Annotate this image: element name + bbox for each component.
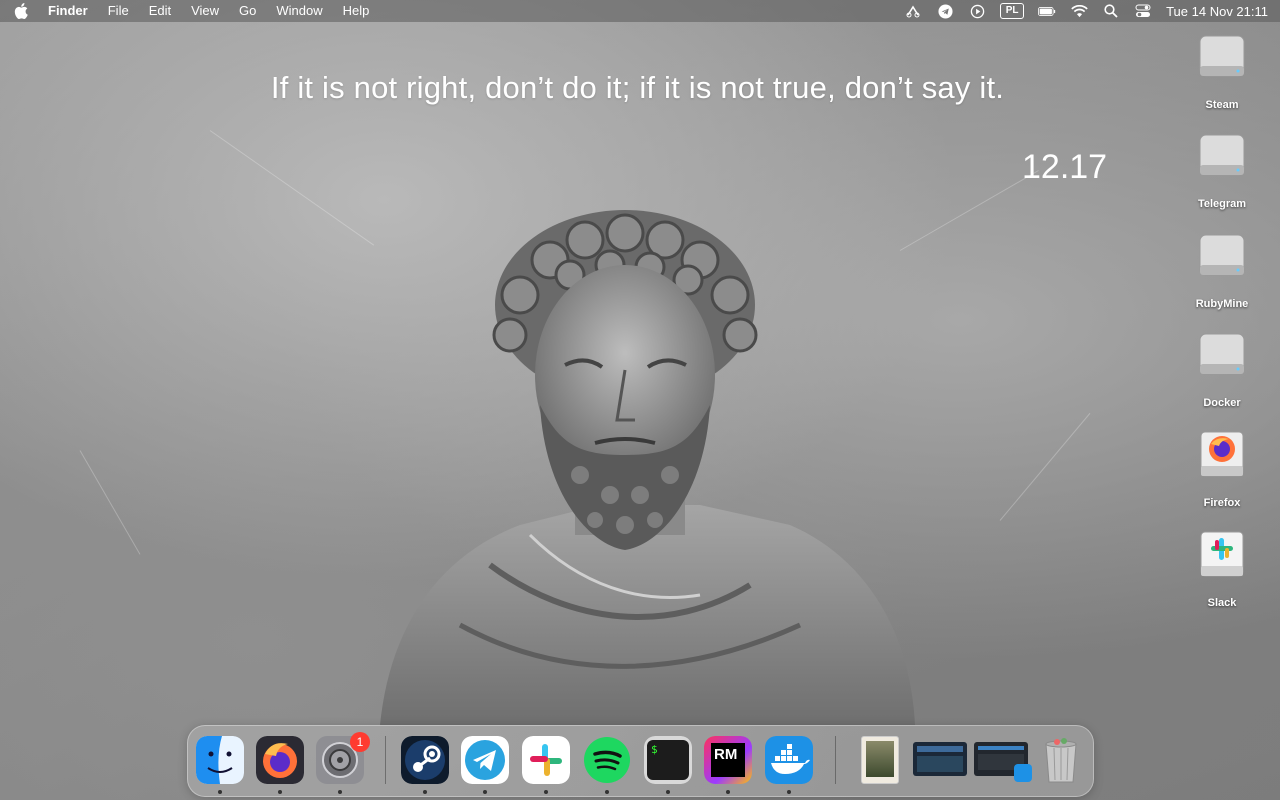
scissors-paw-icon[interactable] [904,4,922,18]
desktop-icon-telegram[interactable]: Telegram [1192,131,1252,210]
window-thumbnail-bar [917,746,963,752]
dock-finder[interactable] [196,736,244,784]
running-indicator [787,790,791,794]
dock-minimized-window-steam[interactable] [913,742,967,776]
running-indicator [726,790,730,794]
slack-disk-icon [1200,531,1244,577]
telegram-icon[interactable] [936,3,954,19]
running-indicator [605,790,609,794]
firefox-disk-icon [1200,431,1244,477]
drive-icon [1199,333,1245,375]
dock-firefox[interactable] [256,736,304,784]
dock-rubymine[interactable]: RM [704,736,752,784]
notification-badge: 1 [350,732,370,752]
drive-icon [1199,134,1245,176]
menu-edit[interactable]: Edit [139,0,181,22]
dock-separator [385,736,386,784]
marcus-aurelius-bust-image [380,210,915,725]
desktop-icon-rubymine[interactable]: RubyMine [1192,231,1252,310]
wallpaper-scratch [209,130,375,246]
running-indicator [338,790,342,794]
keyboard-layout-icon[interactable]: PL [1000,3,1025,19]
menu-view[interactable]: View [181,0,229,22]
apple-menu-icon[interactable] [14,3,28,19]
running-indicator [483,790,487,794]
telegram-icon [461,736,509,784]
wallpaper-scratch [999,412,1091,521]
dock-telegram[interactable] [461,736,509,784]
desktop-icon-docker[interactable]: Docker [1192,330,1252,409]
menu-go[interactable]: Go [229,0,266,22]
dock-steam[interactable] [401,736,449,784]
docker-whale-icon [765,736,813,784]
wifi-icon[interactable] [1070,4,1088,18]
search-icon[interactable] [1102,4,1120,18]
running-indicator [544,790,548,794]
battery-icon[interactable] [1038,4,1056,18]
firefox-icon [256,736,304,784]
dock-docker[interactable] [765,736,813,784]
menu-bar: Finder File Edit View Go Window Help PL … [0,0,1280,22]
drive-icon [1199,234,1245,276]
dock-minimized-window-docker[interactable] [974,742,1032,782]
menu-window[interactable]: Window [266,0,332,22]
dock-slack[interactable] [522,736,570,784]
dock-minimized-photo[interactable] [861,736,899,784]
running-indicator [218,790,222,794]
dock-separator [835,736,836,784]
photo-thumbnail-image [866,741,894,777]
terminal-prompt: $ [647,740,689,780]
rubymine-logo-text: RM [711,743,745,777]
dock: 1 $ RM [187,725,1094,797]
steam-icon [401,736,449,784]
docker-badge-icon [1014,764,1032,782]
drive-icon [1199,35,1245,77]
rubymine-icon: RM [704,736,752,784]
spotify-icon [584,737,630,783]
running-indicator [666,790,670,794]
trash-icon [1045,738,1077,783]
dock-system-preferences[interactable]: 1 [316,732,370,784]
window-thumbnail-content [917,756,963,772]
control-center-icon[interactable] [1134,4,1152,18]
dock-terminal[interactable]: $ [644,736,692,784]
slack-icon [522,736,570,784]
menubar-clock[interactable]: Tue 14 Nov 21:11 [1166,4,1268,19]
dock-spotify[interactable] [583,736,631,784]
wallpaper-scratch [79,450,141,555]
menu-file[interactable]: File [98,0,139,22]
finder-icon [196,736,244,784]
running-indicator [423,790,427,794]
desktop-icon-firefox[interactable]: Firefox [1192,430,1252,509]
menu-help[interactable]: Help [333,0,380,22]
play-icon[interactable] [968,4,986,18]
menu-app-finder[interactable]: Finder [48,0,98,22]
wallpaper-quote: If it is not right, don’t do it; if it i… [270,70,1005,105]
terminal-icon: $ [644,736,692,784]
window-thumbnail-bar [978,746,1024,750]
dock-trash[interactable] [1037,736,1085,784]
running-indicator [278,790,282,794]
desktop-icon-slack[interactable]: Slack [1192,530,1252,609]
desktop-icon-steam[interactable]: Steam [1192,32,1252,111]
wallpaper-time: 12.17 [1022,148,1108,186]
